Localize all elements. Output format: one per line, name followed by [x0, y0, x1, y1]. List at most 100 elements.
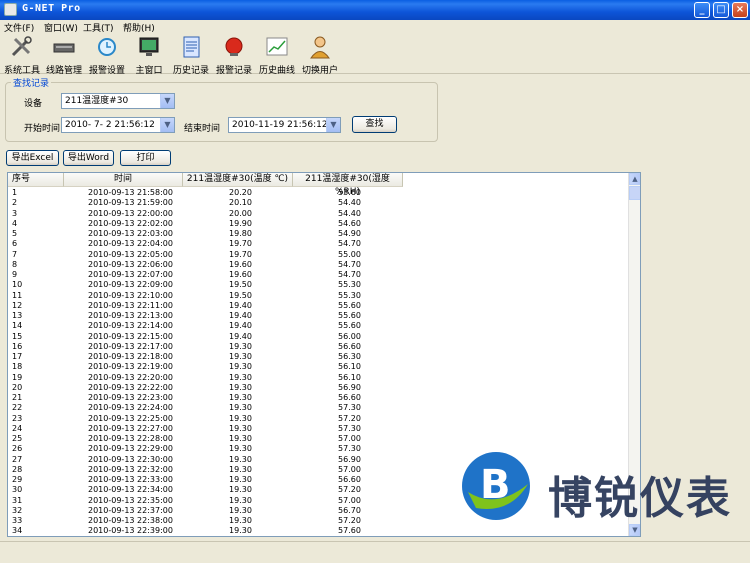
table-cell: 2010-09-13 22:20:00	[88, 372, 173, 382]
table-cell: 7	[12, 249, 18, 259]
table-cell: 10	[12, 280, 23, 290]
table-cell: 19.50	[229, 290, 252, 300]
table-row[interactable]: 9 2010-09-13 22:07:00 19.60 54.70	[8, 270, 630, 280]
table-row[interactable]: 17 2010-09-13 22:18:00 19.30 56.30	[8, 352, 630, 362]
table-cell: 55.60	[338, 311, 361, 320]
table-row[interactable]: 8 2010-09-13 22:06:00 19.60 54.70	[8, 260, 630, 270]
table-cell: 19.30	[229, 475, 252, 484]
table-cell: 56.10	[338, 372, 361, 382]
chevron-down-icon[interactable]: ▼	[326, 118, 340, 132]
table-cell: 2010-09-13 22:23:00	[88, 393, 173, 402]
table-cell: 56.10	[338, 362, 361, 372]
table-row[interactable]: 20 2010-09-13 22:22:00 19.30 56.90	[8, 383, 630, 393]
table-cell: 19.60	[229, 259, 252, 269]
table-row[interactable]: 18 2010-09-13 22:19:00 19.30 56.10	[8, 362, 630, 372]
menu-tools[interactable]: 工具(T)	[83, 21, 114, 34]
table-cell: 57.30	[338, 444, 361, 454]
table-row[interactable]: 7 2010-09-13 22:05:00 19.70 55.00	[8, 250, 630, 260]
table-cell: 55.00	[338, 249, 361, 259]
table-cell: 56.60	[338, 475, 361, 484]
export-word-button[interactable]: 导出Word	[63, 150, 114, 166]
table-cell: 19.80	[229, 229, 252, 238]
scroll-up-icon[interactable]: ▲	[629, 173, 640, 185]
table-row[interactable]: 6 2010-09-13 22:04:00 19.70 54.70	[8, 239, 630, 249]
start-time-label: 开始时间	[24, 124, 61, 134]
menu-file[interactable]: 文件(F)	[4, 21, 34, 34]
export-excel-button[interactable]: 导出Excel	[6, 150, 59, 166]
table-row[interactable]: 14 2010-09-13 22:14:00 19.40 55.60	[8, 321, 630, 331]
table-cell: 20	[12, 382, 23, 392]
table-row[interactable]: 5 2010-09-13 22:03:00 19.80 54.90	[8, 229, 630, 239]
table-cell: 30	[12, 485, 23, 495]
table-cell: 19.90	[229, 218, 252, 228]
menu-window[interactable]: 窗口(W)	[44, 21, 78, 34]
end-time-picker[interactable]: 2010-11-19 21:56:12 ▼	[228, 117, 341, 133]
table-cell: 20.10	[229, 198, 252, 208]
find-button[interactable]: 查找	[352, 116, 397, 133]
table-cell: 56.60	[338, 393, 361, 402]
table-row[interactable]: 11 2010-09-13 22:10:00 19.50 55.30	[8, 291, 630, 301]
brand-watermark: B 博锐仪表	[458, 448, 748, 530]
table-row[interactable]: 15 2010-09-13 22:15:00 19.40 56.00	[8, 332, 630, 342]
table-row[interactable]: 2 2010-09-13 21:59:00 20.10 54.40	[8, 198, 630, 208]
table-row[interactable]: 19 2010-09-13 22:20:00 19.30 56.10	[8, 373, 630, 383]
table-cell: 22	[12, 403, 23, 413]
table-cell: 21	[12, 393, 23, 402]
table-cell: 14	[12, 321, 23, 331]
column-header[interactable]: 序号	[8, 173, 64, 187]
monitor-icon	[139, 37, 159, 56]
table-cell: 54.90	[338, 229, 361, 238]
table-cell: 54.70	[338, 239, 361, 249]
table-cell: 56.70	[338, 505, 361, 515]
table-cell: 54.40	[338, 198, 361, 208]
table-cell: 13	[12, 311, 23, 320]
user-icon	[310, 36, 330, 59]
start-time-picker[interactable]: 2010- 7- 2 21:56:12 ▼	[61, 117, 175, 133]
toolbar-history-curve[interactable]: 历史曲线	[257, 35, 297, 76]
table-row[interactable]: 24 2010-09-13 22:27:00 19.30 57.30	[8, 424, 630, 434]
table-cell: 2010-09-13 22:28:00	[88, 434, 173, 443]
table-row[interactable]: 1 2010-09-13 21:58:00 20.20 53.60	[8, 188, 630, 198]
table-cell: 53.60	[338, 188, 361, 197]
toolbar-line-management[interactable]: 线路管理	[44, 35, 84, 76]
toolbar-switch-user[interactable]: 切换用户	[300, 35, 340, 76]
menu-help[interactable]: 帮助(H)	[123, 21, 155, 34]
table-row[interactable]: 25 2010-09-13 22:28:00 19.30 57.00	[8, 434, 630, 444]
column-header[interactable]: 时间	[64, 173, 183, 187]
maximize-button[interactable]: □	[713, 2, 729, 18]
print-button[interactable]: 打印	[120, 150, 171, 166]
toolbar-alarm-records[interactable]: 报警记录	[214, 35, 254, 76]
table-cell: 25	[12, 434, 23, 443]
chevron-down-icon[interactable]: ▼	[160, 118, 174, 132]
table-row[interactable]: 3 2010-09-13 22:00:00 20.00 54.40	[8, 209, 630, 219]
scroll-thumb[interactable]	[629, 186, 640, 200]
chevron-down-icon[interactable]: ▼	[160, 94, 174, 108]
table-row[interactable]: 16 2010-09-13 22:17:00 19.30 56.60	[8, 342, 630, 352]
table-row[interactable]: 12 2010-09-13 22:11:00 19.40 55.60	[8, 301, 630, 311]
table-cell: 2010-09-13 21:58:00	[88, 188, 173, 197]
table-row[interactable]: 13 2010-09-13 22:13:00 19.40 55.60	[8, 311, 630, 321]
table-row[interactable]: 10 2010-09-13 22:09:00 19.50 55.30	[8, 280, 630, 290]
table-cell: 19.30	[229, 382, 252, 392]
title-bar: G-NET Pro _ □ ×	[0, 0, 750, 20]
minimize-button[interactable]: _	[694, 2, 710, 18]
device-select[interactable]: 211温湿度#30 ▼	[61, 93, 175, 109]
toolbar-history-records[interactable]: 历史记录	[171, 35, 211, 76]
toolbar-alarm-settings[interactable]: 报警设置	[86, 35, 128, 76]
toolbar-main-window[interactable]: 主窗口	[131, 35, 167, 76]
table-cell: 54.60	[338, 218, 361, 228]
table-row[interactable]: 22 2010-09-13 22:24:00 19.30 57.30	[8, 403, 630, 413]
table-cell: 19.30	[229, 403, 252, 413]
toolbar-system-tools[interactable]: 系统工具	[3, 35, 41, 76]
table-row[interactable]: 4 2010-09-13 22:02:00 19.90 54.60	[8, 219, 630, 229]
end-time-label: 结束时间	[184, 124, 221, 134]
app-icon	[4, 3, 17, 16]
table-row[interactable]: 23 2010-09-13 22:25:00 19.30 57.20	[8, 414, 630, 424]
table-row[interactable]: 21 2010-09-13 22:23:00 19.30 56.60	[8, 393, 630, 403]
table-cell: 2010-09-13 22:19:00	[88, 362, 173, 372]
table-cell: 56.30	[338, 352, 361, 361]
table-cell: 11	[12, 290, 23, 300]
column-header[interactable]: 211温湿度#30(湿度 %RH)	[293, 173, 403, 197]
column-header[interactable]: 211温湿度#30(温度 ℃)	[183, 173, 293, 187]
close-button[interactable]: ×	[732, 2, 748, 18]
